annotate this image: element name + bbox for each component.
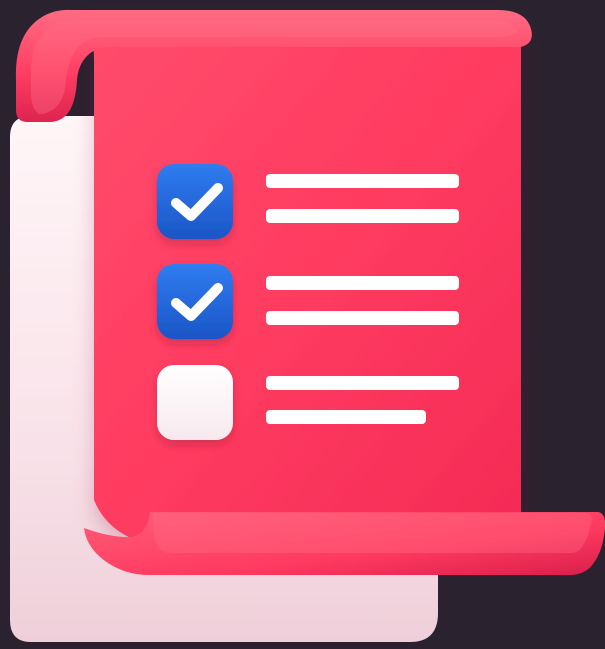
checked-box — [157, 264, 233, 339]
text-line — [266, 174, 459, 188]
text-line — [266, 376, 459, 390]
unchecked-box — [157, 365, 233, 440]
checked-box — [157, 164, 233, 239]
text-line — [266, 311, 459, 325]
checklist-illustration — [0, 0, 605, 649]
text-line — [266, 410, 426, 424]
checklist-scroll-art — [10, 9, 605, 642]
text-line — [266, 209, 459, 223]
text-line — [266, 276, 459, 290]
